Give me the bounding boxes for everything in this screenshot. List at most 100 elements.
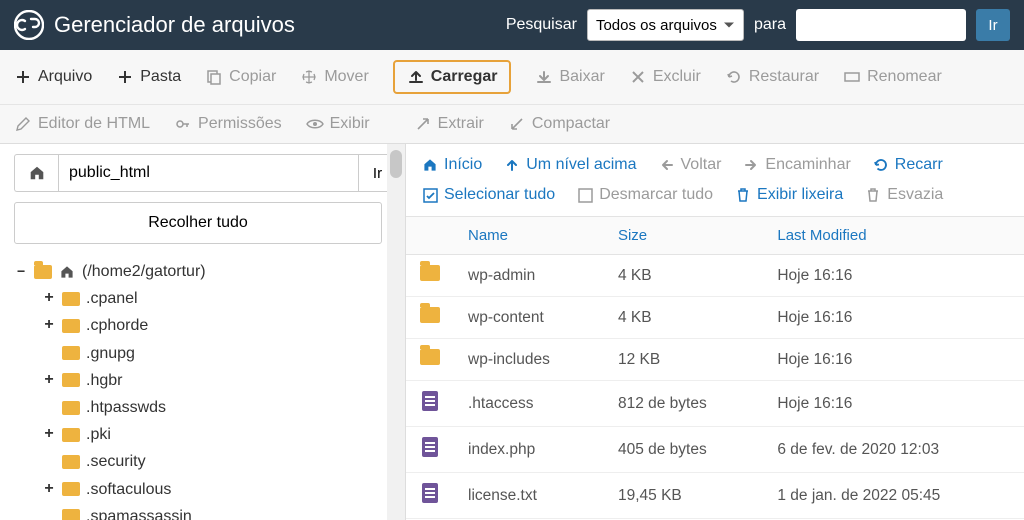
cell-name: wp-admin	[454, 255, 604, 297]
restore-button[interactable]: Restaurar	[725, 68, 819, 86]
new-file-button[interactable]: Arquivo	[14, 68, 92, 86]
col-icon[interactable]	[406, 217, 454, 255]
collapse-all-button[interactable]: Recolher tudo	[14, 202, 382, 244]
table-row[interactable]: wp-content4 KBHoje 16:16	[406, 297, 1024, 339]
topbar: Gerenciador de arquivos Pesquisar Todos …	[0, 0, 1024, 50]
new-folder-button[interactable]: Pasta	[116, 68, 181, 86]
path-input[interactable]	[58, 154, 359, 192]
extract-button[interactable]: Extrair	[414, 115, 484, 133]
trash-icon	[735, 187, 751, 203]
toolbar-secondary: Editor de HTML Permissões Exibir Extrair…	[0, 105, 1024, 144]
selection-actions: Selecionar tudo Desmarcar tudo Exibir li…	[406, 186, 1024, 216]
view-label: Exibir	[330, 115, 370, 133]
tree-toggle[interactable]: +	[42, 285, 56, 312]
cell-name: wp-content	[454, 297, 604, 339]
table-row[interactable]: wp-includes12 KBHoje 16:16	[406, 339, 1024, 381]
nav-reload-label: Recarr	[895, 156, 943, 174]
folder-icon	[62, 482, 80, 496]
tree-root[interactable]: – (/home2/gatortur)	[14, 258, 397, 285]
col-name[interactable]: Name	[454, 217, 604, 255]
search-scope-select[interactable]: Todos os arquivos	[587, 9, 744, 41]
tree-item-label: .security	[86, 448, 146, 475]
view-trash-button[interactable]: Exibir lixeira	[735, 186, 843, 204]
tree-item-label: .cpanel	[86, 285, 138, 312]
tree-item[interactable]: .htpasswds	[14, 394, 397, 421]
tree-item[interactable]: .gnupg	[14, 340, 397, 367]
view-button[interactable]: Exibir	[306, 115, 370, 133]
rename-label: Renomear	[867, 68, 942, 86]
folder-icon	[62, 346, 80, 360]
tree-item[interactable]: +.pki	[14, 421, 397, 448]
download-button[interactable]: Baixar	[535, 68, 604, 86]
upload-button[interactable]: Carregar	[393, 60, 512, 94]
search-input[interactable]	[796, 9, 966, 41]
select-all-label: Selecionar tudo	[444, 186, 555, 204]
tree-item[interactable]: + .cphorde	[14, 312, 397, 339]
nav-forward-button[interactable]: Encaminhar	[743, 156, 850, 174]
tree-toggle[interactable]: –	[14, 258, 28, 285]
tree-item[interactable]: + .cpanel	[14, 285, 397, 312]
tree-toggle[interactable]: +	[42, 421, 56, 448]
tree-item-label: .htpasswds	[86, 394, 166, 421]
nav-home-button[interactable]: Início	[422, 156, 482, 174]
tree-toggle[interactable]: +	[42, 367, 56, 394]
tree-item[interactable]: + .hgbr	[14, 367, 397, 394]
tree-item[interactable]: +.softaculous	[14, 476, 397, 503]
tree-toggle[interactable]: +	[42, 476, 56, 503]
home-button[interactable]	[14, 154, 58, 192]
delete-button[interactable]: Excluir	[629, 68, 701, 86]
col-size[interactable]: Size	[604, 217, 763, 255]
folder-icon	[62, 373, 80, 387]
compress-button[interactable]: Compactar	[508, 115, 610, 133]
nav-reload-button[interactable]: Recarr	[873, 156, 943, 174]
edit-icon	[14, 115, 32, 133]
rename-button[interactable]: Renomear	[843, 68, 942, 86]
tree-item-label: .gnupg	[86, 340, 135, 367]
eye-icon	[306, 115, 324, 133]
folder-icon	[62, 292, 80, 306]
compress-icon	[508, 115, 526, 133]
file-icon	[422, 437, 438, 457]
folder-open-icon	[34, 265, 52, 279]
table-row[interactable]: wp-admin4 KBHoje 16:16	[406, 255, 1024, 297]
move-button[interactable]: Mover	[300, 68, 368, 86]
empty-trash-button[interactable]: Esvazia	[865, 186, 943, 204]
checkbox-checked-icon	[422, 187, 438, 203]
folder-icon	[62, 455, 80, 469]
move-icon	[300, 68, 318, 86]
folder-icon	[62, 401, 80, 415]
content-pane: Início Um nível acima Voltar Encaminhar …	[406, 144, 1024, 520]
table-row[interactable]: index.php405 de bytes6 de fev. de 2020 1…	[406, 427, 1024, 473]
copy-button[interactable]: Copiar	[205, 68, 276, 86]
html-editor-label: Editor de HTML	[38, 115, 150, 133]
empty-trash-label: Esvazia	[887, 186, 943, 204]
col-modified[interactable]: Last Modified	[763, 217, 1024, 255]
table-row[interactable]: license.txt19,45 KB1 de jan. de 2022 05:…	[406, 473, 1024, 519]
tree-item-label: .cphorde	[86, 312, 148, 339]
restore-label: Restaurar	[749, 68, 819, 86]
nav-back-button[interactable]: Voltar	[659, 156, 722, 174]
rename-icon	[843, 68, 861, 86]
permissions-button[interactable]: Permissões	[174, 115, 282, 133]
nav-up-button[interactable]: Um nível acima	[504, 156, 636, 174]
file-icon	[422, 391, 438, 411]
select-all-button[interactable]: Selecionar tudo	[422, 186, 555, 204]
search-go-button[interactable]: Ir	[976, 9, 1010, 41]
html-editor-button[interactable]: Editor de HTML	[14, 115, 150, 133]
home-icon	[58, 264, 76, 280]
tree-item[interactable]: .spamassassin	[14, 503, 397, 520]
tree-item-label: .hgbr	[86, 367, 122, 394]
tree-toggle[interactable]: +	[42, 312, 56, 339]
permissions-label: Permissões	[198, 115, 282, 133]
table-row[interactable]: .htaccess812 de bytesHoje 16:16	[406, 381, 1024, 427]
cell-size: 19,45 KB	[604, 473, 763, 519]
cell-name: .htaccess	[454, 381, 604, 427]
cell-size: 405 de bytes	[604, 427, 763, 473]
sidebar-scrollbar[interactable]	[387, 144, 405, 520]
tree-item[interactable]: .security	[14, 448, 397, 475]
deselect-all-button[interactable]: Desmarcar tudo	[577, 186, 713, 204]
search-for-label: para	[754, 16, 786, 34]
nav-forward-label: Encaminhar	[765, 156, 850, 174]
extract-label: Extrair	[438, 115, 484, 133]
extract-icon	[414, 115, 432, 133]
